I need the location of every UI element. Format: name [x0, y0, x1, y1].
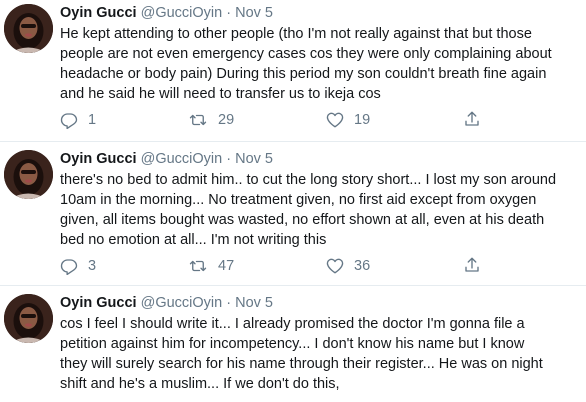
- like-count: 36: [354, 258, 371, 274]
- tweet-header: Oyin Gucci @GucciOyin · Nov 5: [60, 294, 273, 312]
- tweet-actions: 3 47 36: [60, 256, 580, 276]
- share-icon: [463, 111, 481, 131]
- reply-count: 3: [88, 258, 97, 274]
- tweet[interactable]: Oyin Gucci @GucciOyin · Nov 5 cos I feel…: [0, 286, 586, 402]
- author-name[interactable]: Oyin Gucci: [60, 151, 137, 167]
- reply-icon: [60, 111, 78, 129]
- share-button[interactable]: [463, 110, 481, 131]
- reply-icon: [60, 257, 78, 275]
- tweet-date[interactable]: Nov 5: [235, 295, 273, 311]
- avatar[interactable]: [4, 150, 53, 199]
- tweet[interactable]: Oyin Gucci @GucciOyin · Nov 5 there's no…: [0, 142, 586, 282]
- avatar[interactable]: [4, 294, 53, 343]
- author-name[interactable]: Oyin Gucci: [60, 295, 137, 311]
- author-handle[interactable]: @GucciOyin: [141, 5, 223, 21]
- heart-icon: [326, 257, 344, 275]
- reply-button[interactable]: 1: [60, 110, 96, 130]
- reply-count: 1: [88, 112, 97, 128]
- tweet-text: cos I feel I should write it... I alread…: [60, 316, 543, 392]
- tweet-actions: 1 29 19: [60, 110, 580, 130]
- retweet-button[interactable]: 47: [188, 256, 234, 276]
- retweet-icon: [188, 257, 208, 275]
- separator-dot: ·: [226, 295, 232, 311]
- reply-button[interactable]: 3: [60, 256, 96, 276]
- like-button[interactable]: 36: [326, 256, 370, 276]
- tweet-header: Oyin Gucci @GucciOyin · Nov 5: [60, 150, 273, 168]
- separator-dot: ·: [226, 5, 232, 21]
- retweet-icon: [188, 111, 208, 129]
- share-button[interactable]: [463, 256, 481, 277]
- author-name[interactable]: Oyin Gucci: [60, 5, 137, 21]
- share-icon: [463, 257, 481, 277]
- tweet-text: He kept attending to other people (tho I…: [60, 26, 552, 102]
- tweet-header: Oyin Gucci @GucciOyin · Nov 5: [60, 4, 273, 22]
- retweet-button[interactable]: 29: [188, 110, 234, 130]
- avatar[interactable]: [4, 4, 53, 53]
- like-button[interactable]: 19: [326, 110, 370, 130]
- author-handle[interactable]: @GucciOyin: [141, 295, 223, 311]
- like-count: 19: [354, 112, 371, 128]
- tweet[interactable]: Oyin Gucci @GucciOyin · Nov 5 He kept at…: [0, 0, 586, 140]
- tweet-date[interactable]: Nov 5: [235, 151, 273, 167]
- separator-dot: ·: [226, 151, 232, 167]
- heart-icon: [326, 111, 344, 129]
- tweet-date[interactable]: Nov 5: [235, 5, 273, 21]
- tweet-text: there's no bed to admit him.. to cut the…: [60, 172, 557, 248]
- author-handle[interactable]: @GucciOyin: [141, 151, 223, 167]
- retweet-count: 29: [218, 112, 235, 128]
- retweet-count: 47: [218, 258, 235, 274]
